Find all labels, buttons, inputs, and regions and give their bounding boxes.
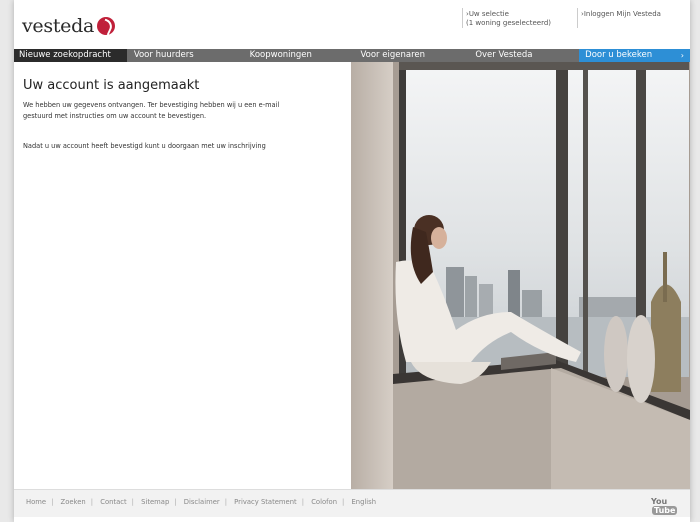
nav-owners[interactable]: Voor eigenaren: [356, 49, 470, 62]
logo-text: vesteda: [22, 15, 94, 37]
main-nav: Nieuwe zoekopdracht Voor huurders Koopwo…: [14, 49, 690, 62]
footer-link-sitemap[interactable]: Sitemap: [141, 498, 169, 506]
confirmation-line-1: We hebben uw gegevens ontvangen. Ter bev…: [23, 101, 280, 109]
footer-link-disclaimer[interactable]: Disclaimer: [184, 498, 220, 506]
footer-separator: |: [131, 498, 134, 506]
header-divider: [462, 8, 463, 28]
vesteda-logo[interactable]: vesteda: [22, 14, 115, 38]
footer-separator: |: [90, 498, 94, 506]
header: vesteda ›Uw selectie (1 woning geselecte…: [14, 0, 690, 48]
footer-link-privacy[interactable]: Privacy Statement: [234, 498, 297, 506]
footer-link-home[interactable]: Home: [26, 498, 46, 506]
login-label: Inloggen Mijn Vesteda: [583, 10, 661, 18]
footer-separator: |: [301, 498, 305, 506]
youtube-icon[interactable]: YouTube: [651, 497, 690, 515]
selection-count: (1 woning geselecteerd): [466, 19, 551, 27]
footer-link-colofon[interactable]: Colofon: [311, 498, 337, 506]
message-panel: Uw account is aangemaakt We hebben uw ge…: [14, 62, 351, 489]
footer-link-search[interactable]: Zoeken: [61, 498, 86, 506]
youtube-tube: Tube: [652, 506, 678, 515]
confirmation-text: We hebben uw gegevens ontvangen. Ter bev…: [23, 100, 348, 122]
nav-viewed[interactable]: Door u bekeken ›: [579, 49, 690, 62]
footer-separator: |: [51, 498, 54, 506]
footer-separator: |: [174, 498, 177, 506]
footer-separator: |: [342, 498, 345, 506]
nav-new-search[interactable]: Nieuwe zoekopdracht: [14, 49, 127, 62]
content: Uw account is aangemaakt We hebben uw ge…: [14, 62, 690, 489]
footer-links: Home | Zoeken | Contact | Sitemap | Disclaim…: [26, 498, 381, 506]
footer-link-contact[interactable]: Contact: [100, 498, 126, 506]
page-title: Uw account is aangemaakt: [23, 78, 200, 93]
footer-link-english[interactable]: English: [351, 498, 376, 506]
footer: Home | Zoeken | Contact | Sitemap | Disclaim…: [14, 489, 690, 517]
next-step-text: Nadat u uw account heeft bevestigd kunt …: [23, 142, 266, 150]
header-divider: [577, 8, 578, 28]
nav-about[interactable]: Over Vesteda: [469, 49, 579, 62]
hero-photo-illustration: [351, 62, 690, 489]
selection-link[interactable]: ›Uw selectie (1 woning geselecteerd): [462, 8, 551, 28]
chevron-right-icon: ›: [680, 51, 684, 60]
logo-mark-icon: [97, 17, 115, 35]
nav-buy-homes[interactable]: Koopwoningen: [233, 49, 356, 62]
nav-viewed-label: Door u bekeken: [585, 50, 653, 60]
footer-separator: |: [224, 498, 227, 506]
page: vesteda ›Uw selectie (1 woning geselecte…: [14, 0, 690, 522]
youtube-you: You: [651, 497, 668, 506]
confirmation-line-2: gestuurd met instructies om uw account t…: [23, 112, 207, 120]
selection-label: Uw selectie: [468, 10, 509, 18]
nav-tenants[interactable]: Voor huurders: [127, 49, 233, 62]
login-link[interactable]: ›Inloggen Mijn Vesteda: [577, 8, 661, 28]
hero-photo: [351, 62, 690, 489]
